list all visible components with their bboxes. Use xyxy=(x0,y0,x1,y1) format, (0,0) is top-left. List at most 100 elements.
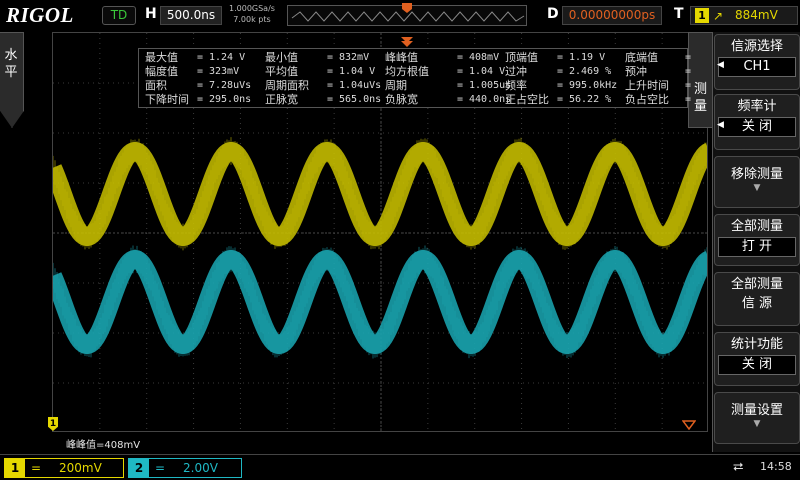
measurement-equals: = xyxy=(685,80,692,91)
trigger-readout[interactable]: 1 ↗︎ 884mV xyxy=(690,6,798,25)
memory-depth: 7.00k pts xyxy=(233,15,271,24)
measurement-equals: = xyxy=(197,94,204,105)
measurement-item: 峰峰值 = 408mV xyxy=(385,51,499,65)
measurement-name: 均方根值 xyxy=(385,65,429,78)
peak-to-peak-readout: 峰峰值=408mV xyxy=(66,440,141,451)
softkey-3[interactable]: 移除测量 ▼ xyxy=(714,156,800,208)
timebase-readout[interactable]: 500.0ns xyxy=(160,6,222,25)
measurement-value: 1.19 V xyxy=(569,52,606,63)
softkey-title: 全部测量 xyxy=(730,277,783,292)
ch1-scale-box[interactable]: 1 = 200mV xyxy=(4,458,124,478)
system-clock: 14:58 xyxy=(760,460,792,473)
measurement-name: 周期 xyxy=(385,79,407,92)
ch2-scale-box[interactable]: 2 = 2.00V xyxy=(128,458,242,478)
delay-label: D xyxy=(547,6,559,22)
softkey-title: 测量设置 xyxy=(730,403,783,418)
softkey-value: 信 源 xyxy=(741,296,773,311)
measurement-name: 频率 xyxy=(505,79,527,92)
trigger-label: T xyxy=(674,6,684,22)
bottom-status-bar: 1 = 200mV 2 = 2.00V ⮂ 14:58 xyxy=(0,454,800,480)
measurement-equals: = xyxy=(457,52,464,63)
ch1-coupling: = xyxy=(31,461,42,475)
chevron-down-icon: ▼ xyxy=(753,183,761,193)
measurement-item: 负脉宽 = 440.0ns xyxy=(385,93,511,107)
measurement-value: 7.28uVs xyxy=(209,80,252,91)
horizontal-menu-tab[interactable]: 水平 xyxy=(0,32,24,128)
measurement-item: 均方根值 = 1.04 V xyxy=(385,65,505,79)
measure-menu-tab[interactable]: 测量 xyxy=(688,32,712,128)
measurement-item: 顶端值 = 1.19 V xyxy=(505,51,605,65)
horizontal-label: H xyxy=(145,6,157,22)
measurement-value: 1.04 V xyxy=(469,66,506,77)
measurement-value: 323mV xyxy=(209,66,240,77)
chevron-down-icon: ▼ xyxy=(753,419,761,429)
measurement-item: 过冲 = 2.469 % xyxy=(505,65,611,79)
measurement-item: 下降时间 = 295.0ns xyxy=(145,93,251,107)
measurement-item: 正脉宽 = 565.0ns xyxy=(265,93,381,107)
measurement-name: 底端值 xyxy=(625,51,658,64)
softkey-7[interactable]: 测量设置 ▼ xyxy=(714,392,800,444)
measurement-item: 最大值 = 1.24 V xyxy=(145,51,245,65)
softkey-title: 频率计 xyxy=(737,99,777,114)
measurement-value: 1.04 V xyxy=(339,66,376,77)
measurement-item: 周期 = 1.005us xyxy=(385,79,511,93)
measurement-value: 832mV xyxy=(339,52,370,63)
measurement-equals: = xyxy=(327,52,334,63)
top-status-bar: RIGOL TD H 500.0ns 1.000GSa/s 7.00k pts … xyxy=(0,0,800,32)
measurement-value: 995.0kHz xyxy=(569,80,618,91)
measurement-value: 565.0ns xyxy=(339,94,382,105)
softkey-1[interactable]: 信源选择 CH1 ◀ xyxy=(714,34,800,90)
measurement-equals: = xyxy=(685,52,692,63)
softkey-value: 打 开 xyxy=(718,237,796,257)
measurement-name: 面积 xyxy=(145,79,167,92)
run-state-badge[interactable]: TD xyxy=(102,6,136,25)
softkey-2[interactable]: 频率计关 闭 ◀ xyxy=(714,94,800,150)
softkey-value: 关 闭 xyxy=(718,355,796,375)
delay-readout[interactable]: 0.00000000ps xyxy=(562,6,662,25)
measurement-name: 预冲 xyxy=(625,65,647,78)
trigger-level: 884mV xyxy=(735,8,778,22)
trigger-source-badge: 1 xyxy=(695,8,709,23)
sample-rate: 1.000GSa/s xyxy=(229,4,275,13)
measurement-value: 2.469 % xyxy=(569,66,612,77)
measurement-item: 预冲 = xyxy=(625,65,691,79)
sample-info: 1.000GSa/s 7.00k pts xyxy=(229,3,275,25)
measurement-item: 底端值 = xyxy=(625,51,691,65)
measurement-equals: = xyxy=(557,52,564,63)
measurement-name: 顶端值 xyxy=(505,51,538,64)
measurement-item: 负占空比 = xyxy=(625,93,691,107)
measurement-name: 下降时间 xyxy=(145,93,189,106)
ch1-number: 1 xyxy=(5,459,25,477)
measurement-equals: = xyxy=(557,94,564,105)
chevron-left-icon: ◀ xyxy=(717,120,724,130)
measurement-equals: = xyxy=(327,80,334,91)
measure-tab-text: 测量 xyxy=(693,82,707,114)
measurement-name: 幅度值 xyxy=(145,65,178,78)
measurement-value: 56.22 % xyxy=(569,94,612,105)
measurement-value: 295.0ns xyxy=(209,94,252,105)
softkey-5[interactable]: 全部测量信 源 xyxy=(714,272,800,326)
measurement-equals: = xyxy=(685,94,692,105)
measurement-value: 1.24 V xyxy=(209,52,246,63)
measurement-value: 408mV xyxy=(469,52,500,63)
measurement-value: 1.04uVs xyxy=(339,80,382,91)
measurement-equals: = xyxy=(457,66,464,77)
measurement-name: 正占空比 xyxy=(505,93,549,106)
softkey-title: 移除测量 xyxy=(730,167,783,182)
measurement-equals: = xyxy=(685,66,692,77)
rising-edge-icon: ↗︎ xyxy=(713,9,724,23)
softkey-title: 统计功能 xyxy=(730,337,783,352)
measurement-equals: = xyxy=(557,66,564,77)
softkey-title: 信源选择 xyxy=(730,39,783,54)
measurement-equals: = xyxy=(197,52,204,63)
measure-softkey-menu: 信源选择 CH1 ◀ 频率计关 闭 ◀ 移除测量 ▼ 全部测量打 开全部测量信 源统计功能关 … xyxy=(712,32,800,452)
trigger-level-marker xyxy=(682,420,696,430)
softkey-value: CH1 xyxy=(718,57,796,77)
measurement-name: 最小值 xyxy=(265,51,298,64)
softkey-4[interactable]: 全部测量打 开 xyxy=(714,214,800,266)
measurement-name: 过冲 xyxy=(505,65,527,78)
softkey-6[interactable]: 统计功能关 闭 xyxy=(714,332,800,386)
measurement-equals: = xyxy=(197,66,204,77)
measurement-equals: = xyxy=(197,80,204,91)
ch2-scale: 2.00V xyxy=(183,461,218,475)
